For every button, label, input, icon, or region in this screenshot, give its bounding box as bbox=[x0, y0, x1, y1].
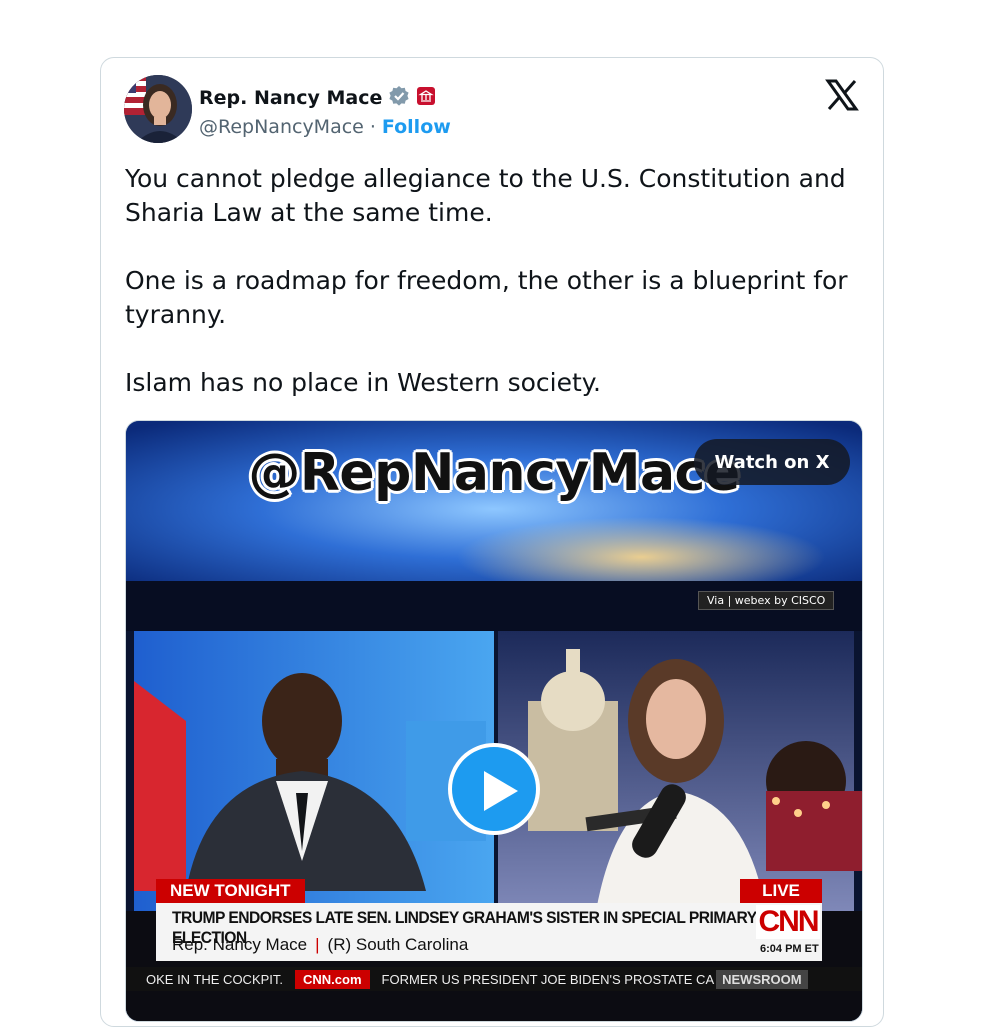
avatar[interactable] bbox=[124, 75, 192, 143]
new-tonight-tag: NEW TONIGHT bbox=[156, 879, 305, 903]
tweet-paragraph: Islam has no place in Western society. bbox=[125, 368, 601, 397]
follow-button[interactable]: Follow bbox=[382, 116, 451, 138]
watch-on-x-button[interactable]: Watch on X bbox=[694, 439, 850, 485]
guest-name: Rep. Nancy Mace bbox=[172, 935, 308, 954]
ticker-site: CNN.com bbox=[295, 969, 370, 989]
author-name[interactable]: Rep. Nancy Mace bbox=[199, 87, 382, 109]
tweet-card: Rep. Nancy Mace @RepNancyMace · Follow Y… bbox=[100, 57, 884, 1027]
cnn-logo: CNN bbox=[756, 905, 820, 939]
live-tag: LIVE bbox=[740, 879, 822, 903]
government-building-icon bbox=[416, 86, 436, 110]
news-ticker: OKE IN THE COCKPIT. CNN.com FORMER US PR… bbox=[126, 967, 862, 991]
subline-separator: | bbox=[315, 935, 320, 954]
verified-badge-icon bbox=[388, 85, 410, 111]
video-player[interactable]: @RepNancyMace Watch on X Via | webex by … bbox=[125, 420, 863, 1022]
tweet-paragraph: You cannot pledge allegiance to the U.S.… bbox=[125, 164, 846, 227]
tweet-text: You cannot pledge allegiance to the U.S.… bbox=[125, 162, 865, 434]
author-name-row: Rep. Nancy Mace bbox=[199, 84, 436, 112]
play-button[interactable] bbox=[448, 743, 540, 835]
handle-separator: · bbox=[369, 116, 376, 138]
play-icon bbox=[484, 771, 518, 811]
author-handle-row: @RepNancyMace · Follow bbox=[199, 116, 451, 138]
news-lower-third: NEW TONIGHT LIVE TRUMP ENDORSES LATE SEN… bbox=[126, 877, 862, 1021]
ticker-right: FORMER US PRESIDENT JOE BIDEN'S PROSTATE… bbox=[381, 971, 715, 987]
guest-party: (R) South Carolina bbox=[327, 935, 469, 954]
via-badge: Via | webex by CISCO bbox=[698, 591, 835, 610]
ticker-left: OKE IN THE COCKPIT. bbox=[146, 971, 284, 987]
ticker-show: NEWSROOM bbox=[716, 969, 808, 989]
tweet-paragraph: One is a roadmap for freedom, the other … bbox=[125, 266, 848, 329]
headline-box: TRUMP ENDORSES LATE SEN. LINDSEY GRAHAM'… bbox=[156, 903, 822, 961]
broadcast-time: 6:04 PM ET bbox=[760, 943, 819, 955]
author-handle[interactable]: @RepNancyMace bbox=[199, 116, 364, 138]
news-subline: Rep. Nancy Mace | (R) South Carolina bbox=[172, 935, 468, 955]
x-logo-icon[interactable] bbox=[825, 78, 859, 112]
